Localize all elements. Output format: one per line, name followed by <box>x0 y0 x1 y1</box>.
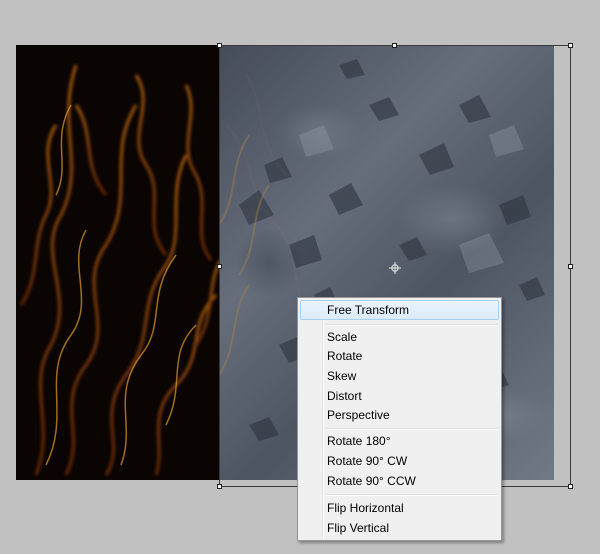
menu-item-perspective[interactable]: Perspective <box>300 405 499 425</box>
menu-item-scale[interactable]: Scale <box>300 327 499 347</box>
transform-handle-top-right[interactable] <box>568 43 573 48</box>
menu-item-rotate-180[interactable]: Rotate 180° <box>300 431 499 451</box>
menu-separator <box>326 428 498 430</box>
menu-separator <box>326 324 498 326</box>
menu-separator <box>326 494 498 496</box>
menu-item-rotate[interactable]: Rotate <box>300 346 499 366</box>
transform-context-menu: Free Transform Scale Rotate Skew Distort… <box>297 297 502 541</box>
menu-item-skew[interactable]: Skew <box>300 366 499 386</box>
menu-item-distort[interactable]: Distort <box>300 386 499 406</box>
menu-item-flip-vertical[interactable]: Flip Vertical <box>300 518 499 538</box>
menu-item-flip-horizontal[interactable]: Flip Horizontal <box>300 498 499 518</box>
transform-handle-top-left[interactable] <box>217 43 222 48</box>
menu-item-rotate-90-ccw[interactable]: Rotate 90° CCW <box>300 471 499 491</box>
transform-handle-bottom-left[interactable] <box>217 484 222 489</box>
transform-handle-bottom-right[interactable] <box>568 484 573 489</box>
menu-item-rotate-90-cw[interactable]: Rotate 90° CW <box>300 451 499 471</box>
transform-handle-top-middle[interactable] <box>392 43 397 48</box>
menu-item-free-transform[interactable]: Free Transform <box>300 300 499 320</box>
transform-pivot-icon[interactable] <box>389 261 401 274</box>
transform-handle-middle-left[interactable] <box>217 264 222 269</box>
transform-handle-middle-right[interactable] <box>568 264 573 269</box>
